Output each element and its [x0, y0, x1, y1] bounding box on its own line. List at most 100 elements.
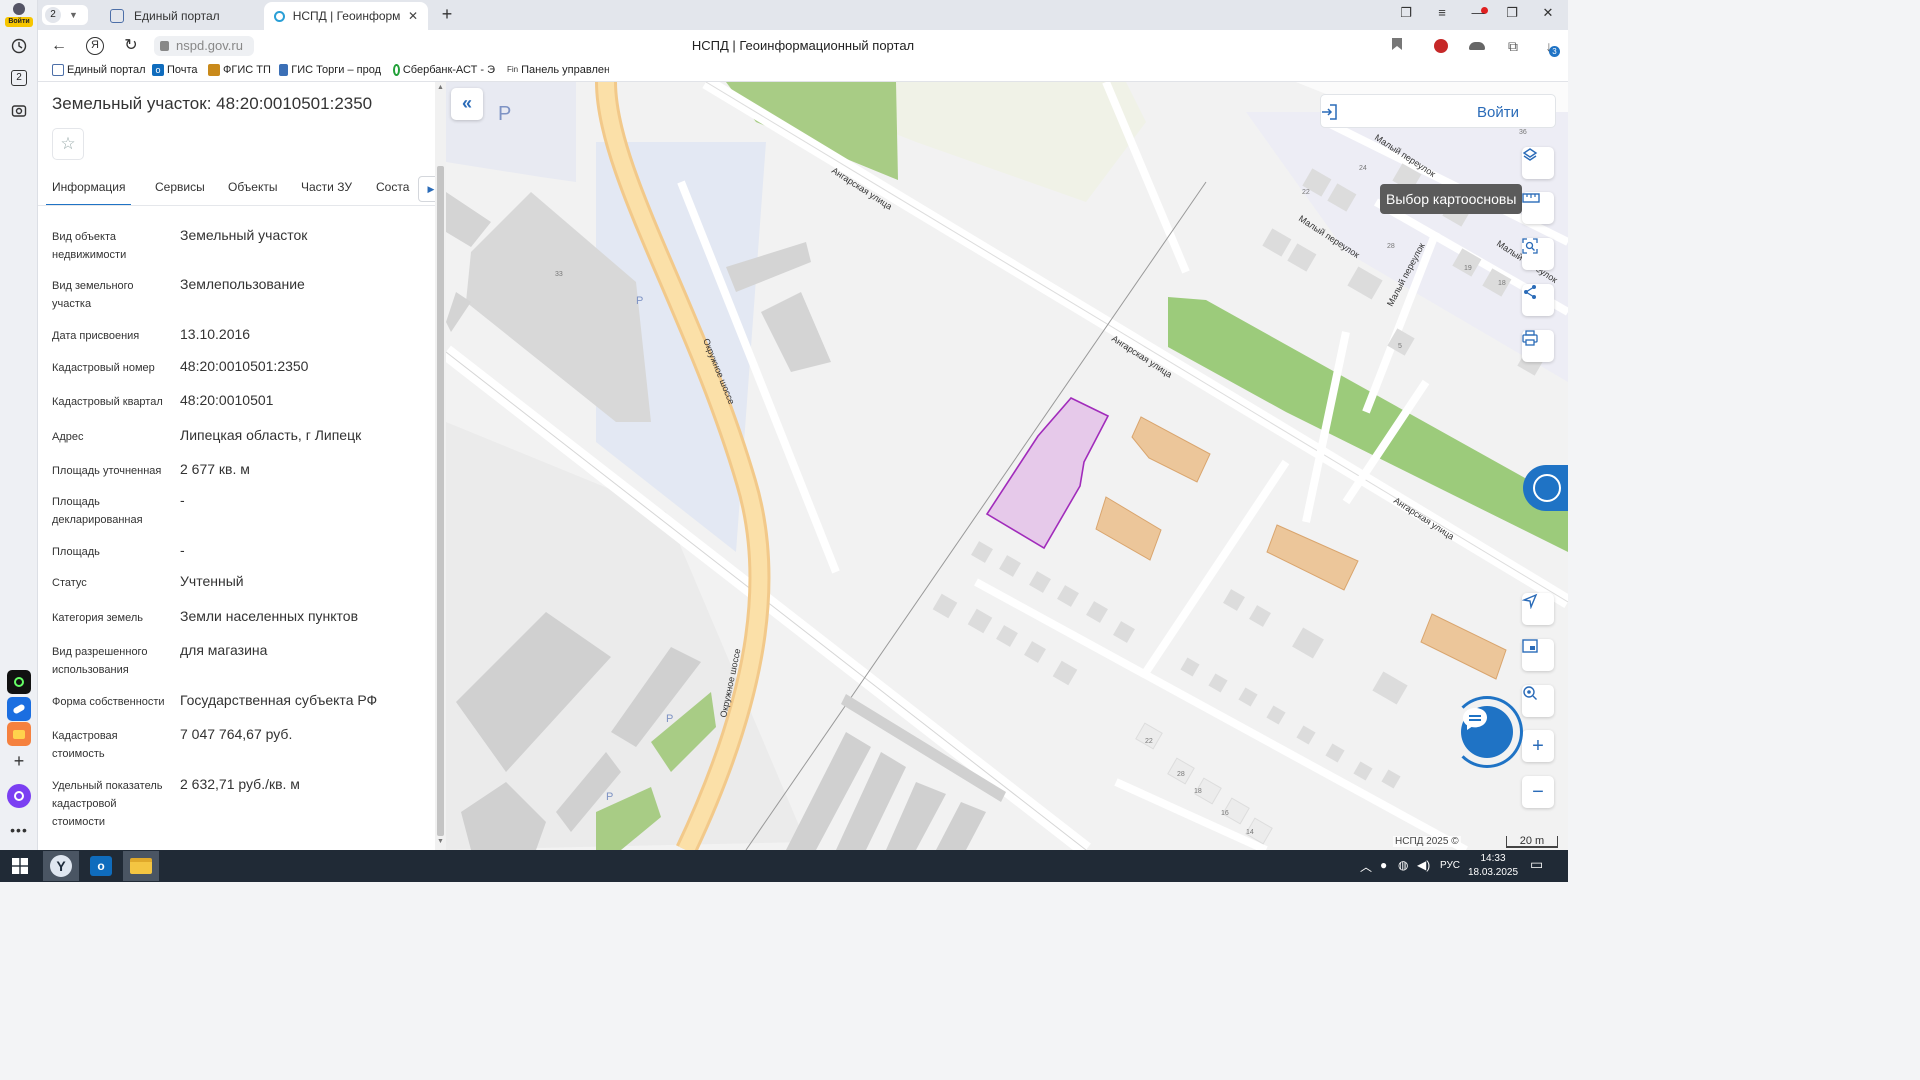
info-panel: Земельный участок: 48:20:0010501:2350 ☆ … — [38, 82, 446, 850]
minimap-button[interactable] — [1522, 639, 1554, 671]
bookmark-label: Почта — [167, 64, 198, 76]
network-icon[interactable]: ◍ — [1398, 858, 1408, 872]
tab-info[interactable]: Информация — [46, 180, 132, 206]
map-scale: 20 m — [1506, 836, 1558, 848]
yandex-button[interactable]: Я — [84, 35, 106, 57]
geo-search-button[interactable] — [1522, 685, 1554, 717]
explorer-taskbar-icon[interactable] — [123, 851, 159, 881]
bookmark-panel[interactable]: Fin Панель управлен — [507, 64, 609, 76]
volume-icon[interactable]: ◀) — [1417, 858, 1430, 872]
chat-icon — [1463, 708, 1487, 730]
tabs-counter-button[interactable]: 2 — [7, 66, 31, 90]
collapse-panel-button[interactable]: « — [451, 88, 483, 120]
house-number: 16 — [1221, 810, 1229, 817]
field-value: Липецкая область, г Липецк — [180, 427, 362, 443]
field-value: для магазина — [180, 642, 268, 658]
more-icon[interactable]: ••• — [7, 818, 31, 842]
outlook-taskbar-icon[interactable]: o — [83, 851, 119, 881]
field-value: - — [180, 542, 185, 558]
clock-date[interactable]: 18.03.2025 — [1466, 867, 1520, 878]
scroll-thumb[interactable] — [437, 166, 444, 836]
new-tab-button[interactable]: + — [436, 4, 458, 26]
bookmark-icon[interactable] — [1388, 37, 1406, 55]
tab-counter[interactable]: 2 ▼ — [42, 5, 88, 25]
vpn-icon[interactable] — [1468, 37, 1486, 55]
downloads-badge: 3 — [1549, 46, 1560, 57]
restore-icon[interactable]: ❐ — [1502, 5, 1522, 21]
menu-icon[interactable]: ≡ — [1432, 5, 1452, 20]
tray-expand-icon[interactable]: ︿ — [1360, 858, 1372, 875]
area-search-button[interactable] — [1522, 238, 1554, 270]
favorite-button[interactable]: ☆ — [52, 128, 84, 160]
profile-login-button[interactable]: Войти — [5, 2, 33, 28]
print-button[interactable] — [1522, 330, 1554, 362]
zoom-in-icon[interactable]: + — [1522, 730, 1554, 762]
mail-app-icon[interactable] — [7, 722, 31, 746]
taskbar: Y o ︿ ● ◍ ◀) РУС 14:33 18.03.2025 ▭ — [0, 850, 1568, 882]
downloads-icon[interactable]: ↓ 3 — [1540, 37, 1560, 57]
locate-button[interactable] — [1522, 593, 1554, 625]
disk-app-icon[interactable] — [7, 697, 31, 721]
reload-button[interactable]: ↻ — [120, 35, 142, 57]
tab-composition[interactable]: Соста — [376, 180, 416, 206]
tab-services[interactable]: Сервисы — [155, 180, 205, 206]
profile-login-label: Войти — [5, 17, 33, 27]
extension-icon[interactable] — [1432, 37, 1450, 55]
share-button[interactable] — [1522, 284, 1554, 316]
close-window-icon[interactable]: ✕ — [1538, 5, 1558, 21]
field-value: Государственная субъекта РФ — [180, 692, 378, 708]
bookmark-edinyi-portal[interactable]: Единый портал — [52, 64, 145, 76]
bookmark-pochta[interactable]: o Почта — [152, 64, 198, 76]
alice-icon[interactable] — [7, 784, 31, 808]
field-label: Категория земель — [52, 612, 143, 624]
map[interactable]: P P P P Ангарская улица Ангарская улица … — [446, 82, 1568, 850]
measure-button[interactable] — [1522, 192, 1554, 224]
house-number: 19 — [1464, 265, 1472, 272]
microphone-icon[interactable]: ● — [1380, 858, 1387, 872]
bookmark-gis-torgi[interactable]: ГИС Торги – прод — [279, 64, 381, 76]
map-attribution: НСПД 2025 © — [1393, 836, 1461, 847]
yandex-browser-taskbar-icon[interactable]: Y — [43, 851, 79, 881]
parking-label: P — [636, 295, 643, 307]
bookmark-fgis-tp[interactable]: ФГИС ТП — [208, 64, 271, 76]
extensions-puzzle-icon[interactable]: ⧉ — [1504, 37, 1522, 55]
house-number: 28 — [1387, 243, 1395, 250]
layers-button[interactable] — [1522, 147, 1554, 179]
bookmark-label: ГИС Торги – прод — [291, 64, 381, 76]
field-value: 2 632,71 руб./кв. м — [180, 776, 300, 792]
clock-time[interactable]: 14:33 — [1470, 853, 1516, 864]
back-button[interactable]: ← — [48, 35, 70, 57]
music-app-icon[interactable] — [7, 670, 31, 694]
field-label: Вид разрешенного использования — [52, 646, 148, 676]
close-tab-icon[interactable]: ✕ — [408, 9, 418, 23]
scroll-down-icon[interactable]: ▼ — [437, 838, 444, 845]
map-login-button[interactable]: Войти — [1320, 94, 1556, 128]
minimize-icon[interactable]: — — [1468, 5, 1488, 20]
portal-favicon-icon — [110, 9, 124, 23]
history-icon[interactable] — [7, 34, 31, 58]
tab-parts[interactable]: Части ЗУ — [301, 180, 352, 206]
scroll-up-icon[interactable]: ▲ — [437, 84, 444, 91]
bookmark-sberbank-ast[interactable]: Сбербанк-АСТ - Э — [393, 64, 495, 76]
outlook-icon: o — [152, 64, 164, 76]
zoom-out-icon[interactable]: − — [1522, 776, 1554, 808]
field-value: 48:20:0010501:2350 — [180, 358, 309, 374]
url-field[interactable]: nspd.gov.ru — [154, 36, 254, 56]
assistant-button[interactable] — [1523, 465, 1568, 511]
collections-icon[interactable]: ❐ — [1396, 5, 1416, 21]
tab-nspd[interactable]: НСПД | Геоинформаци ✕ — [264, 2, 428, 30]
tab-label: НСПД | Геоинформаци — [292, 9, 400, 23]
add-app-icon[interactable]: + — [7, 749, 31, 773]
locate-icon — [1522, 593, 1538, 609]
chat-button[interactable] — [1461, 706, 1513, 758]
screenshot-icon[interactable] — [7, 99, 31, 123]
tab-objects[interactable]: Объекты — [228, 180, 278, 206]
windows-start-icon[interactable] — [2, 851, 38, 881]
language-indicator[interactable]: РУС — [1440, 860, 1460, 871]
portal-icon — [52, 64, 64, 76]
panel-scrollbar[interactable]: ▲ ▼ — [435, 82, 446, 850]
field-value: Земли населенных пунктов — [180, 608, 359, 624]
notifications-icon[interactable]: ▭ — [1530, 856, 1543, 873]
tab-edinyi-portal[interactable]: Единый портал — [100, 2, 260, 30]
map-login-label: Войти — [1477, 104, 1519, 121]
